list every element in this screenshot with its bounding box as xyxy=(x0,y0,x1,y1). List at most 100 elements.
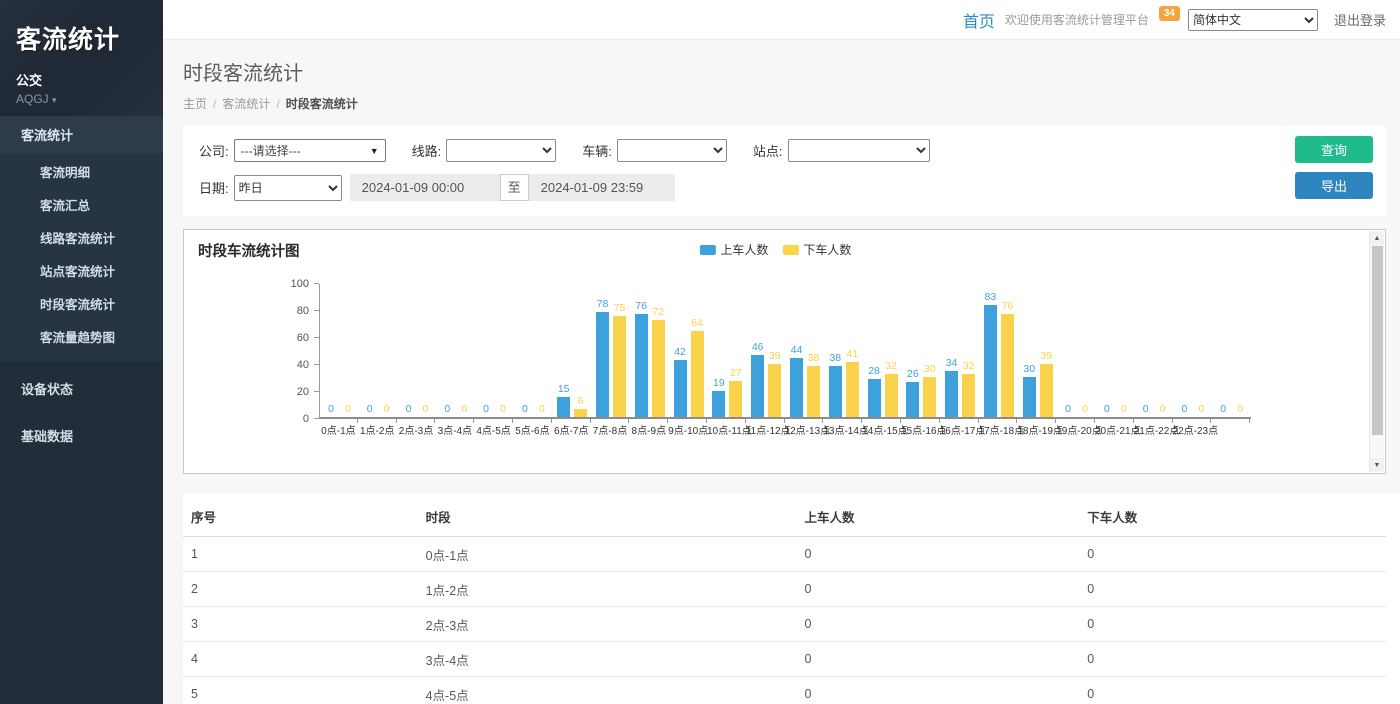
date-to-input[interactable] xyxy=(529,174,675,201)
query-button[interactable]: 查询 xyxy=(1295,136,1373,163)
bar-value-label: 0 xyxy=(367,404,373,415)
table-cell: 0 xyxy=(797,572,1080,607)
bar-value-label: 64 xyxy=(691,318,703,329)
vehicle-select[interactable] xyxy=(617,139,727,162)
bar-上车人数 xyxy=(557,397,570,417)
bar-group: 156 xyxy=(553,282,592,417)
sidebar-subitem-时段客流统计[interactable]: 时段客流统计 xyxy=(0,287,163,320)
bar-value-label: 0 xyxy=(500,404,506,415)
logout-link[interactable]: 退出登录 xyxy=(1334,10,1386,29)
bar-下车人数 xyxy=(962,374,975,417)
data-table: 序号时段上车人数下车人数 10点-1点0021点-2点0032点-3点0043点… xyxy=(183,494,1386,704)
sidebar-item-客流统计[interactable]: 客流统计 xyxy=(0,116,163,153)
x-axis-label: 13点-14点 xyxy=(823,426,862,438)
x-axis-label: 17点-18点 xyxy=(979,426,1018,438)
dropdown-caret-icon: ▼ xyxy=(370,146,379,156)
page-head: 时段客流统计 主页/客流统计/时段客流统计 xyxy=(163,40,1400,118)
bar-group: 00 xyxy=(436,282,475,417)
bar-group: 7672 xyxy=(630,282,669,417)
chart-scrollbar[interactable]: ▲ ▼ xyxy=(1369,231,1384,472)
company-label: 公司: xyxy=(199,141,229,160)
table-cell: 1 xyxy=(183,537,418,572)
sidebar-subitem-客流明细[interactable]: 客流明细 xyxy=(0,155,163,188)
org-code-dropdown[interactable]: AQGJ ▾ xyxy=(16,92,149,106)
bar-group: 4639 xyxy=(747,282,786,417)
x-tick-mark xyxy=(1017,419,1056,423)
x-axis-label: 6点-7点 xyxy=(552,426,591,438)
x-tick-mark xyxy=(668,419,707,423)
x-tick-mark xyxy=(1056,419,1095,423)
home-link[interactable]: 首页 xyxy=(963,8,995,32)
bar-group: 2630 xyxy=(902,282,941,417)
sidebar-subitem-客流汇总[interactable]: 客流汇总 xyxy=(0,188,163,221)
bar-value-label: 0 xyxy=(1199,404,1205,415)
sidebar-item-基础数据[interactable]: 基础数据 xyxy=(0,416,163,455)
bar-value-label: 28 xyxy=(868,366,880,377)
bar-下车人数 xyxy=(846,362,859,417)
sidebar-submenu: 客流明细客流汇总线路客流统计站点客流统计时段客流统计客流量趋势图 xyxy=(0,153,163,361)
bar-group: 00 xyxy=(1174,282,1213,417)
table-row: 32点-3点00 xyxy=(183,607,1386,642)
chart-title: 时段车流统计图 xyxy=(198,244,300,260)
x-tick-mark xyxy=(552,419,591,423)
bar-value-label: 32 xyxy=(885,361,897,372)
bar-value-label: 0 xyxy=(522,404,528,415)
table-cell: 1点-2点 xyxy=(418,572,797,607)
scrollbar-thumb[interactable] xyxy=(1372,246,1383,435)
table-row: 10点-1点00 xyxy=(183,537,1386,572)
legend-item-下车人数[interactable]: 下车人数 xyxy=(782,241,851,258)
table-cell: 0 xyxy=(797,642,1080,677)
sidebar-subitem-线路客流统计[interactable]: 线路客流统计 xyxy=(0,221,163,254)
table-row: 43点-4点00 xyxy=(183,642,1386,677)
bar-上车人数 xyxy=(984,305,997,417)
bar-下车人数 xyxy=(923,377,936,418)
breadcrumb: 主页/客流统计/时段客流统计 xyxy=(183,95,1380,112)
bar-value-label: 0 xyxy=(1160,404,1166,415)
scroll-down-arrow-icon[interactable]: ▼ xyxy=(1370,458,1384,472)
bar-value-label: 15 xyxy=(558,384,570,395)
station-select[interactable] xyxy=(788,139,930,162)
date-preset-select[interactable]: 昨日 xyxy=(234,175,342,201)
bar-下车人数 xyxy=(1001,314,1014,417)
bar-下车人数 xyxy=(691,331,704,417)
x-axis-label: 5点-6点 xyxy=(513,426,552,438)
bar-value-label: 0 xyxy=(423,404,429,415)
x-axis-label: 21点-22点 xyxy=(1134,426,1173,438)
x-tick-mark xyxy=(1173,419,1212,423)
bar-上车人数 xyxy=(674,360,687,417)
breadcrumb-section[interactable]: 客流统计 xyxy=(222,97,270,111)
x-tick-mark xyxy=(629,419,668,423)
date-label: 日期: xyxy=(199,178,229,197)
breadcrumb-home[interactable]: 主页 xyxy=(183,97,207,111)
sidebar-subitem-站点客流统计[interactable]: 站点客流统计 xyxy=(0,254,163,287)
language-select[interactable]: 简体中文 xyxy=(1188,9,1318,31)
bar-group: 3841 xyxy=(824,282,863,417)
x-axis-label: 8点-9点 xyxy=(629,426,668,438)
export-button[interactable]: 导出 xyxy=(1295,172,1373,199)
table-header-cell: 序号 xyxy=(183,494,418,537)
y-tick-label: 20 xyxy=(297,386,309,398)
company-select[interactable]: ---请选择--- ▼ xyxy=(234,139,386,162)
table-cell: 0 xyxy=(1079,677,1386,704)
sidebar-item-设备状态[interactable]: 设备状态 xyxy=(0,369,163,408)
bar-value-label: 26 xyxy=(907,369,919,380)
x-axis-label: 9点-10点 xyxy=(668,426,707,438)
bar-group: 00 xyxy=(475,282,514,417)
bar-value-label: 38 xyxy=(829,353,841,364)
x-tick-mark xyxy=(785,419,824,423)
x-tick-mark xyxy=(397,419,436,423)
bar-value-label: 0 xyxy=(1065,404,1071,415)
table-cell: 0点-1点 xyxy=(418,537,797,572)
bar-上车人数 xyxy=(945,371,958,417)
scroll-up-arrow-icon[interactable]: ▲ xyxy=(1370,231,1384,245)
date-from-input[interactable] xyxy=(350,174,500,201)
sidebar-subitem-客流量趋势图[interactable]: 客流量趋势图 xyxy=(0,320,163,353)
line-select[interactable] xyxy=(446,139,556,162)
y-tick-label: 60 xyxy=(297,332,309,344)
x-axis-label: 3点-4点 xyxy=(435,426,474,438)
legend-item-上车人数[interactable]: 上车人数 xyxy=(699,241,768,258)
bar-group: 00 xyxy=(1096,282,1135,417)
chart-panel: 时段车流统计图 上车人数下车人数 020406080100 0000000000… xyxy=(183,229,1386,474)
bar-value-label: 0 xyxy=(539,404,545,415)
x-axis-label: 10点-11点 xyxy=(707,426,746,438)
